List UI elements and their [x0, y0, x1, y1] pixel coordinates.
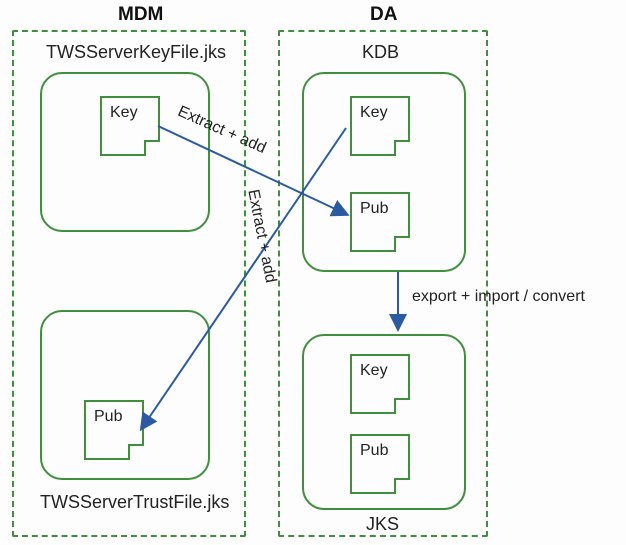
store-label-mdm-key: TWSServerKeyFile.jks [46, 42, 226, 63]
diagram-stage: MDM DA TWSServerKeyFile.jks Key Pub TWSS… [0, 0, 626, 545]
column-title-da: DA [370, 4, 397, 26]
column-mdm: TWSServerKeyFile.jks Key Pub TWSServerTr… [12, 30, 246, 537]
doc-da-jks-pub: Pub [350, 434, 410, 494]
column-da: KDB Key Pub Key Pub JKS [278, 30, 488, 537]
doc-label: Key [360, 362, 388, 380]
column-title-mdm: MDM [118, 4, 163, 26]
doc-da-jks-key: Key [350, 354, 410, 414]
store-mdm-trust: Pub [40, 310, 210, 480]
edge-label-kdb-to-trust: Extract + add [243, 188, 279, 284]
store-label-mdm-trust: TWSServerTrustFile.jks [40, 492, 229, 513]
doc-mdm-key-key: Key [100, 96, 160, 156]
doc-mdm-trust-pub: Pub [84, 400, 144, 460]
doc-da-kdb-pub: Pub [350, 192, 410, 252]
store-da-jks: Key Pub [302, 334, 466, 510]
store-label-da-jks: JKS [366, 514, 399, 535]
store-label-da-kdb: KDB [362, 42, 399, 63]
store-mdm-key: Key [40, 72, 210, 232]
doc-label: Pub [94, 408, 122, 426]
edge-label-kdb-to-jks: export + import / convert [412, 288, 585, 306]
doc-label: Pub [360, 442, 388, 460]
store-da-kdb: Key Pub [302, 72, 466, 272]
doc-label: Pub [360, 200, 388, 218]
doc-da-kdb-key: Key [350, 96, 410, 156]
doc-label: Key [360, 104, 388, 122]
doc-label: Key [110, 104, 138, 122]
